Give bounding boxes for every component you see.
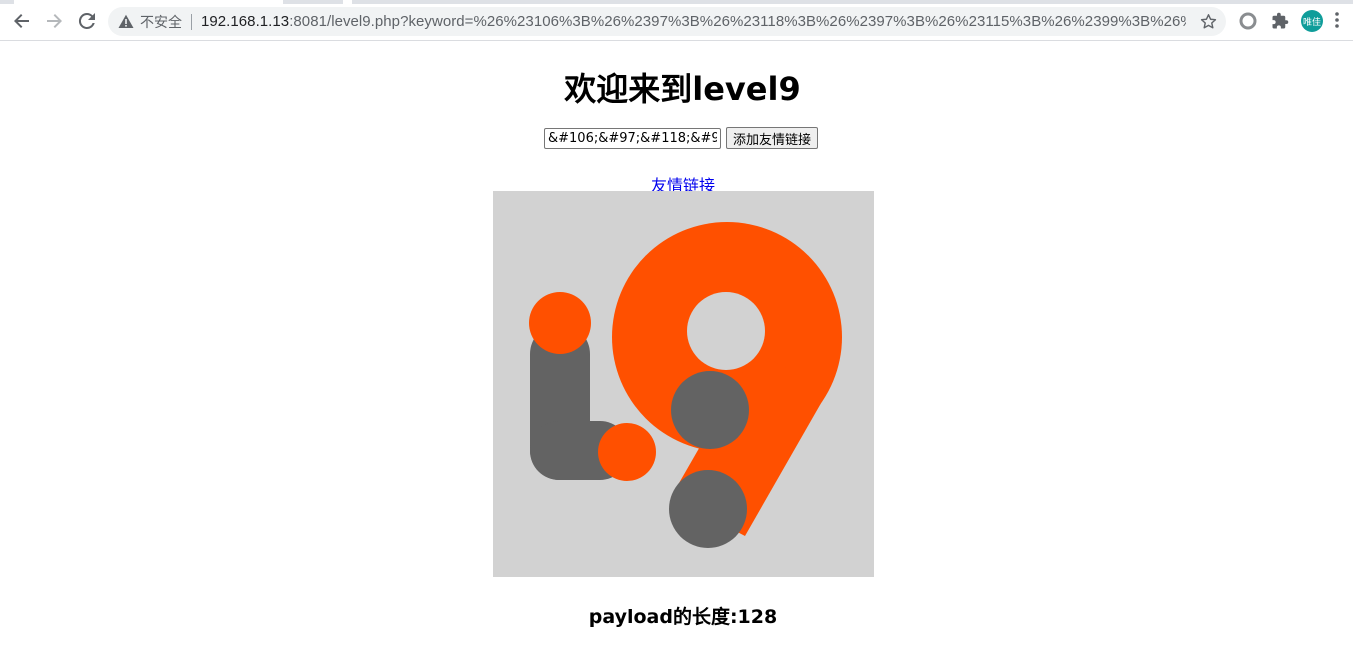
tab-edge-left [0, 0, 14, 4]
reload-icon [78, 12, 95, 29]
url-text[interactable]: 192.168.1.13:8081/level9.php?keyword=%26… [201, 13, 1186, 30]
address-separator [191, 13, 192, 30]
payload-length-text: payload的长度:128 [588, 606, 778, 628]
bookmark-star-button[interactable] [1200, 13, 1217, 35]
browser-toolbar: 不安全 192.168.1.13:8081/level9.php?keyword… [0, 0, 1353, 41]
page-title: 欢迎来到level9 [564, 70, 801, 108]
browser-menu-button[interactable] [1334, 11, 1340, 34]
puzzle-icon [1272, 12, 1289, 29]
extensions-button[interactable] [1269, 10, 1291, 32]
warning-icon[interactable] [118, 14, 134, 29]
keyword-form: 添加友情链接 [544, 127, 819, 149]
arrow-left-icon [14, 14, 29, 28]
address-bar[interactable]: 不安全 192.168.1.13:8081/level9.php?keyword… [108, 7, 1226, 36]
url-host: 192.168.1.13 [201, 13, 290, 30]
tab-strip [0, 0, 1353, 4]
kebab-menu-icon [1335, 12, 1339, 28]
extension-button[interactable] [1237, 10, 1259, 32]
keyword-input[interactable] [544, 127, 721, 149]
reload-button[interactable] [75, 9, 99, 33]
not-secure-label[interactable]: 不安全 [140, 12, 182, 32]
forward-button[interactable] [42, 9, 66, 33]
circle-extension-icon [1239, 12, 1257, 30]
back-button[interactable] [10, 9, 34, 33]
tab-edge-active[interactable] [283, 0, 343, 4]
add-friend-link-button[interactable]: 添加友情链接 [726, 127, 819, 149]
star-icon [1200, 14, 1217, 29]
profile-avatar[interactable]: 唯佳 [1301, 10, 1323, 32]
level9-logo-image [493, 191, 874, 577]
tab-edge-right [352, 0, 1353, 4]
arrow-right-icon [47, 14, 62, 28]
url-path: :8081/level9.php?keyword=%26%23106%3B%26… [289, 13, 1186, 30]
